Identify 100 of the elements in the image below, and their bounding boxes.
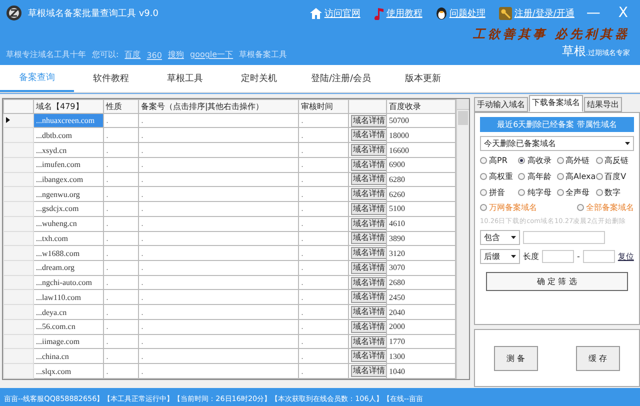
filter-radio[interactable]: 百度V (596, 171, 634, 182)
domain-cell: ...w1688.com (34, 246, 104, 261)
keyword-field[interactable] (523, 231, 605, 244)
table-cell: . (104, 128, 138, 143)
match-dropdown[interactable]: 包含 (480, 230, 520, 245)
domain-cell: ...ibangex.com (34, 172, 104, 187)
details-button[interactable]: 域名详情 (351, 320, 386, 333)
column-header[interactable]: 百度收录 (386, 100, 456, 114)
domain-cell: ...dbtb.com (34, 128, 104, 143)
max-length-field[interactable] (582, 250, 615, 263)
details-button[interactable]: 域名详情 (351, 232, 386, 244)
filter-radio[interactable]: 全声母 (556, 187, 596, 198)
filter-radio[interactable]: 高PR (480, 155, 518, 166)
table-cell: . (298, 304, 348, 320)
table-cell: . (138, 304, 298, 320)
table-cell: 2000 (386, 319, 456, 334)
key-icon (499, 6, 512, 20)
table-cell: . (298, 275, 348, 290)
filter-radio[interactable]: 拼音 (480, 187, 518, 198)
table-cell: . (138, 290, 298, 305)
domain-cell: ...wuheng.cn (34, 216, 104, 232)
table-cell: . (298, 202, 348, 216)
domain-cell: ...txh.com (34, 231, 104, 246)
position-dropdown[interactable]: 后缀 (480, 249, 520, 264)
details-button[interactable]: 域名详情 (351, 350, 386, 362)
details-button[interactable]: 域名详情 (351, 262, 386, 274)
filter-radio[interactable]: 纯字母 (518, 187, 556, 198)
panel-tab[interactable]: 下载备案域名 (529, 95, 583, 112)
table-cell: 2680 (386, 275, 456, 290)
apply-filter-button[interactable]: 确 定 筛 选 (486, 272, 628, 291)
scrollbar[interactable] (456, 99, 469, 379)
filter-radio[interactable]: 高Alexa (556, 171, 596, 182)
filter-radio[interactable]: 高外链 (556, 155, 596, 166)
table-cell: . (138, 275, 298, 290)
column-header[interactable]: 审核时间 (298, 100, 348, 114)
filter-radio[interactable]: 高收录 (518, 155, 556, 166)
filter-radio[interactable]: 高权重 (480, 171, 518, 182)
table-cell: . (138, 202, 298, 216)
table-cell: . (104, 142, 138, 158)
details-button[interactable]: 域名详情 (351, 129, 386, 142)
table-cell: . (138, 172, 298, 187)
table-cell: 16600 (386, 142, 456, 158)
table-cell: 3890 (386, 231, 456, 246)
details-button[interactable]: 域名详情 (351, 218, 386, 230)
table-cell: . (298, 216, 348, 232)
table-cell: . (104, 348, 138, 364)
details-button[interactable]: 域名详情 (351, 173, 386, 186)
min-length-field[interactable] (542, 250, 574, 263)
table-cell: . (138, 246, 298, 261)
table-cell: . (138, 334, 298, 349)
panel-tab[interactable]: 手动输入域名 (474, 97, 528, 112)
column-header[interactable]: 备案号（点击排序|其他右击操作） (138, 100, 298, 114)
domain-cell: ...imufen.com (34, 157, 104, 172)
domain-cell: ...deya.cn (34, 304, 104, 320)
table-cell: . (298, 186, 348, 202)
details-button[interactable]: 域名详情 (351, 306, 386, 318)
section-heading: 最近6天删除已经备案 带属性域名 (480, 117, 634, 132)
action-button[interactable]: 缓 存 (576, 346, 620, 370)
details-button[interactable]: 域名详情 (351, 202, 386, 215)
details-button[interactable]: 域名详情 (351, 188, 386, 200)
filter-radio[interactable]: 高年龄 (518, 171, 556, 182)
domain-cell: ...gsdcjx.com (34, 202, 104, 216)
panel-tab[interactable]: 结果导出 (584, 97, 622, 112)
table-cell: . (138, 216, 298, 232)
details-button[interactable]: 域名详情 (351, 276, 386, 289)
filter-radio[interactable]: 数字 (596, 187, 634, 198)
column-header[interactable]: 性质 (104, 100, 138, 114)
table-cell: 5100 (386, 202, 456, 216)
table-cell: . (104, 231, 138, 246)
table-cell: . (104, 290, 138, 305)
caret-icon (511, 236, 516, 239)
details-button[interactable]: 域名详情 (351, 114, 386, 127)
slogan: 工欲善其事 必先利其器 (472, 26, 630, 43)
table-cell: . (298, 290, 348, 305)
details-button[interactable]: 域名详情 (351, 291, 386, 304)
category-dropdown[interactable]: 今天删除已备案域名 (480, 136, 634, 151)
details-button[interactable]: 域名详情 (351, 158, 386, 171)
table-cell: . (104, 246, 138, 261)
details-button[interactable]: 域名详情 (351, 336, 386, 348)
filter-radio[interactable]: 高反链 (596, 155, 634, 166)
domain-cell: ...dream.org (34, 260, 104, 276)
details-button[interactable]: 域名详情 (351, 247, 386, 260)
details-button[interactable]: 域名详情 (351, 365, 386, 378)
table-cell: 1040 (386, 364, 456, 378)
table-cell: . (298, 260, 348, 276)
action-button[interactable]: 测 备 (494, 346, 538, 370)
table-cell: . (104, 260, 138, 276)
table-cell: . (138, 157, 298, 172)
table-cell: . (298, 142, 348, 158)
domain-cell: ...ngenwu.org (34, 186, 104, 202)
table-cell: 3070 (386, 260, 456, 276)
caret-icon (624, 142, 630, 145)
column-header[interactable]: 域名【479】 (34, 100, 104, 114)
table-cell: . (138, 142, 298, 158)
details-button[interactable]: 域名详情 (351, 144, 386, 156)
domain-cell: ...iimage.com (34, 334, 104, 349)
window-title: 草根域名备案批量查询工具 v9.0 (28, 7, 158, 20)
domain-cell: ...china.cn (34, 348, 104, 364)
reset-link[interactable]: 复位 (618, 251, 634, 262)
table-cell: 18000 (386, 128, 456, 143)
